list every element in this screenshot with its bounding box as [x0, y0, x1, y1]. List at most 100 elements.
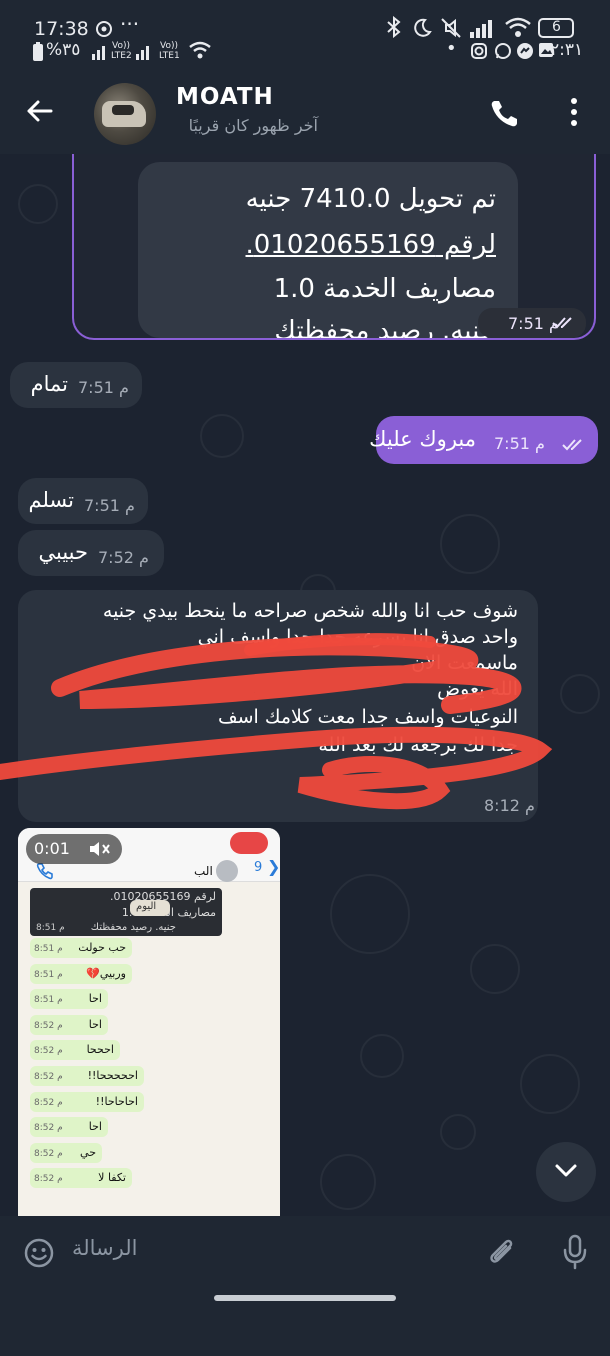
message-bubble-mabrouk[interactable]: مبروك عليك 7:51 م: [369, 416, 598, 464]
thumb-message-text: احا: [88, 992, 102, 1005]
message-text: مبروك عليك: [369, 427, 476, 451]
lte2-label: LTE2: [111, 51, 132, 61]
thumb-message-row: وربيي💔 8:51 م: [30, 964, 132, 984]
thumb-message-text: احاحاحا!!: [95, 1095, 138, 1108]
bluetooth-icon: [387, 16, 401, 38]
back-arrow-icon[interactable]: [24, 96, 54, 126]
thumb-day-label: اليوم: [136, 901, 157, 912]
thumb-chevron-icon: ❯: [267, 857, 280, 876]
thumb-message-row: احا 8:52 م: [30, 1117, 108, 1137]
battery-icon: [33, 42, 43, 61]
message-input[interactable]: الرسالة: [72, 1236, 137, 1260]
message-bubble-habibi[interactable]: حبيبي 7:52 م: [18, 530, 164, 576]
thumb-add-call-icon: [36, 863, 53, 880]
long-line-2: واحد صدق انا بسرعه جدا جدا واسف اني: [197, 626, 518, 648]
message-time: 7:51 م: [84, 496, 135, 515]
thumb-message-text: احححا: [86, 1043, 114, 1056]
payment-line-1: تم تحويل 7410.0 جنيه: [245, 184, 496, 214]
thumb-message-text: احا: [88, 1018, 102, 1031]
status-time: 17:38: [34, 18, 89, 40]
message-bubble-tamam[interactable]: تمام 7:51 م: [10, 362, 142, 408]
thumb-message-time: 8:52 م: [34, 1149, 63, 1159]
thumb-message-time: 8:51 م: [34, 944, 63, 954]
mute-speaker-icon[interactable]: [88, 840, 112, 858]
long-line-6: جدا لك برجعه لك بعد الله: [318, 734, 518, 756]
thumb-message-time: 8:52 م: [34, 1021, 63, 1031]
contact-name[interactable]: MOATH: [176, 84, 274, 110]
thumb-message-row: احاحاحا!! 8:52 م: [30, 1092, 144, 1112]
thumb-quoted-time: 8:51 م: [36, 923, 65, 933]
message-time: 7:51 م: [494, 434, 545, 453]
thumb-message-row: احححححا!! 8:52 م: [30, 1066, 144, 1086]
thumb-message-row: حي 8:52 م: [30, 1143, 102, 1163]
home-gesture-pill[interactable]: [214, 1295, 396, 1301]
attach-icon[interactable]: [486, 1234, 518, 1270]
vol-label-2: Vo)): [112, 41, 130, 51]
double-check-icon: [562, 439, 582, 451]
message-text: حبيبي: [38, 540, 89, 564]
long-line-5: النوعيات واسف جدا معت كلامك اسف: [217, 706, 518, 728]
phone-call-icon[interactable]: [488, 98, 520, 130]
thumb-message-text: تكفا لا: [98, 1171, 126, 1184]
payment-line-4: جنيه. رصيد محفظتك: [274, 316, 496, 338]
thumb-message-row: احا 8:52 م: [30, 1015, 108, 1035]
vol-label-1: Vo)): [160, 41, 178, 51]
thumb-message-row: احححا 8:52 م: [30, 1040, 120, 1060]
video-time: 0:01: [34, 839, 70, 858]
emoji-icon[interactable]: [24, 1238, 54, 1268]
microphone-icon[interactable]: [562, 1234, 588, 1270]
thumb-message-text: احححححا!!: [87, 1069, 138, 1082]
status-bar: 17:38 ··· %٣٥ Vo)) LTE2 Vo)) LTE1 6 • ٢:…: [0, 0, 610, 72]
payment-line-2: لرقم 01020655169.: [245, 230, 497, 260]
dot-indicator: •: [446, 38, 457, 59]
payment-line-3: مصاريف الخدمة 1.0: [273, 274, 496, 304]
signal-icon-2: [92, 46, 105, 60]
scroll-down-button[interactable]: [536, 1142, 596, 1202]
notification-icon: [96, 21, 112, 37]
battery-percent: %٣٥: [46, 40, 81, 60]
thumb-avatar: [216, 860, 238, 882]
thumb-message-time: 8:52 م: [34, 1046, 63, 1056]
whatsapp-icon: [495, 43, 511, 59]
wifi-icon: [505, 17, 531, 37]
cell-signal-icon: [470, 20, 492, 38]
moon-icon: [414, 18, 432, 37]
signal-icon-1: [136, 46, 149, 60]
thumb-message-row: حب حولت 8:51 م: [30, 938, 132, 958]
thumb-message-text: وربيي💔: [86, 967, 126, 980]
thumb-message-time: 8:52 م: [34, 1174, 63, 1184]
thumb-message-text: احا: [88, 1120, 102, 1133]
payment-line-4-clip: جنيه. رصيد محفظتك: [138, 312, 518, 338]
mute-icon: [441, 18, 461, 38]
video-progress-pill[interactable]: 0:01: [26, 834, 122, 864]
long-line-4: الله يعوض: [437, 678, 518, 700]
message-bubble-long[interactable]: شوف حب انا والله شخص صراحه ما ينحط بيدي …: [18, 590, 538, 822]
message-time: 7:52 م: [98, 548, 149, 567]
payment-quoted-card: تم تحويل 7410.0 جنيه لرقم 01020655169. م…: [138, 162, 518, 338]
lte1-label: LTE1: [159, 51, 180, 61]
battery-box-level: 6: [552, 19, 561, 35]
message-bubble-tislam[interactable]: تسلم 7:51 م: [18, 478, 148, 524]
message-time: 7:51 م: [78, 378, 129, 397]
thumb-message-time: 8:52 م: [34, 1072, 63, 1082]
thumb-quoted-line-3: جنيه. رصيد محفظتك: [90, 922, 176, 933]
thumb-day-badge: اليوم: [130, 900, 170, 916]
record-icon: [230, 832, 268, 854]
contact-avatar[interactable]: [94, 83, 156, 145]
thumb-message-text: حي: [80, 1146, 96, 1159]
battery-box: 6: [538, 18, 574, 38]
screenshot-image-message[interactable]: 9 ❯ الب 0:01 لرقم 01020655169. مصاريف ال…: [18, 828, 280, 1216]
thumb-message-row: احا 8:51 م: [30, 989, 108, 1009]
long-line-1: شوف حب انا والله شخص صراحه ما ينحط بيدي …: [102, 600, 518, 622]
thumb-message-time: 8:51 م: [34, 970, 63, 980]
chevron-down-icon: [555, 1164, 577, 1177]
thumb-message-row: تكفا لا 8:52 م: [30, 1168, 132, 1188]
thumb-message-time: 8:52 م: [34, 1098, 63, 1108]
thumb-message-text: حب حولت: [78, 941, 126, 954]
thumb-back-count: 9: [254, 860, 263, 875]
thumb-quoted-payment: لرقم 01020655169. مصاريف الخدمة 1.0 جنيه…: [30, 888, 222, 936]
chat-header: [0, 72, 610, 154]
more-options-icon[interactable]: [568, 96, 580, 128]
wifi-icon-left: [189, 41, 211, 59]
last-seen-status: آخر ظهور كان قريبًا: [188, 116, 318, 135]
